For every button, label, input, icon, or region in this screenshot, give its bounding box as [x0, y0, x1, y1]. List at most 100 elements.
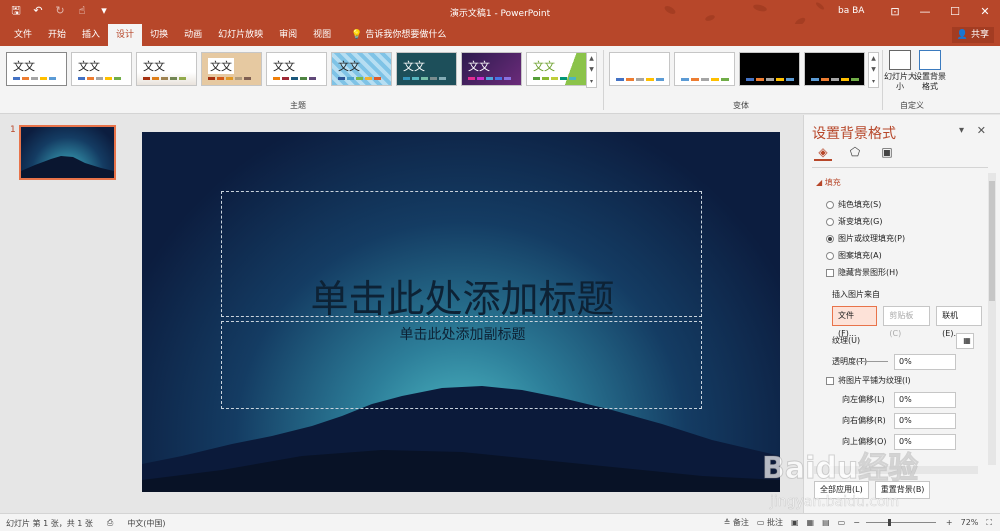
close-pane-icon[interactable]: ✕ [977, 124, 986, 137]
zoom-level[interactable]: 72% [961, 518, 979, 527]
normal-view-icon[interactable]: ▣ [791, 518, 799, 527]
slide-size-button[interactable]: 幻灯片大小 [884, 50, 916, 92]
zoom-out-icon[interactable]: − [853, 518, 860, 527]
radio-gradient-fill[interactable] [826, 217, 834, 226]
notes-button[interactable]: ≙ 备注 [724, 517, 749, 528]
variant-3[interactable] [739, 52, 800, 86]
slide-thumbnail[interactable] [19, 125, 116, 180]
slide-sorter-icon[interactable]: ▦ [807, 518, 815, 527]
language-indicator[interactable]: 中文(中国) [127, 518, 165, 529]
pane-horizontal-scrollbar[interactable] [814, 466, 978, 474]
radio-pattern-fill[interactable] [826, 251, 834, 260]
offset-right-row: 向右偏移(R) 0% [812, 410, 982, 431]
texture-picker-icon[interactable]: ▦ [956, 332, 974, 349]
fill-bucket-icon[interactable]: ◈ [814, 143, 832, 161]
fill-section-header[interactable]: ◢ 填充 [816, 177, 982, 188]
tab-animations[interactable]: 动画 [176, 24, 210, 46]
tab-view[interactable]: 视图 [305, 24, 339, 46]
ribbon-tabs: 文件 开始 插入 设计 切换 动画 幻灯片放映 审阅 视图 💡 告诉我你想要做什… [6, 24, 446, 46]
share-button[interactable]: 👤 共享 [951, 27, 994, 43]
tab-file[interactable]: 文件 [6, 24, 40, 46]
format-background-button[interactable]: 设置背景格式 [914, 50, 946, 92]
pane-scrollbar[interactable] [988, 173, 996, 465]
theme-office-2[interactable]: 文文 [71, 52, 132, 86]
tab-design[interactable]: 设计 [108, 24, 143, 46]
zoom-in-icon[interactable]: + [946, 518, 953, 527]
option-label: 图案填充(A) [838, 251, 882, 260]
theme-facet[interactable]: 文文 [136, 52, 197, 86]
comments-button[interactable]: ▭ 批注 [757, 517, 783, 528]
offset-top-row: 向上偏移(O) 0% [812, 431, 982, 452]
ribbon-tab-bar: 文件 开始 插入 设计 切换 动画 幻灯片放映 审阅 视图 💡 告诉我你想要做什… [0, 24, 1000, 46]
checkbox-tile-texture[interactable] [826, 376, 834, 385]
scroll-down-icon[interactable]: ▼ [869, 64, 878, 75]
scroll-up-icon[interactable]: ▲ [587, 53, 596, 64]
title-placeholder[interactable]: 单击此处添加标题 [221, 191, 702, 321]
theme-ion[interactable]: 文文 [266, 52, 327, 86]
zoom-slider-thumb[interactable] [888, 519, 891, 526]
tab-transitions[interactable]: 切换 [142, 24, 176, 46]
zoom-slider[interactable] [866, 519, 936, 526]
reading-view-icon[interactable]: ▤ [822, 518, 830, 527]
radio-solid-fill[interactable] [826, 200, 834, 209]
offset-top-field[interactable]: 0% [894, 433, 956, 450]
reset-background-button[interactable]: 重置背景(B) [874, 481, 931, 499]
texture-label: 纹理(U) [832, 336, 861, 345]
option-pattern-fill[interactable]: 图案填充(A) [812, 247, 982, 264]
offset-left-field[interactable]: 0% [894, 391, 956, 408]
offset-right-field[interactable]: 0% [894, 412, 956, 429]
variant-2[interactable] [674, 52, 735, 86]
canvas-scrollbar[interactable] [788, 115, 800, 513]
scrollbar-thumb[interactable] [989, 181, 995, 301]
maximize-icon[interactable]: ☐ [940, 0, 970, 24]
theme-sample-text: 文文 [273, 60, 295, 73]
pane-footer: 全部应用(L) 重置背景(B) [814, 481, 931, 499]
fill-section-label: 填充 [824, 178, 841, 187]
tab-slideshow[interactable]: 幻灯片放映 [210, 24, 271, 46]
more-icon[interactable]: ▾ [587, 76, 596, 87]
pane-options-icon[interactable]: ▾ [959, 125, 964, 136]
close-icon[interactable]: ✕ [970, 0, 1000, 24]
theme-office[interactable]: 文文 [6, 52, 67, 86]
theme-pattern[interactable]: 文文 [331, 52, 392, 86]
ribbon-display-icon[interactable]: ⊡ [880, 0, 910, 24]
scroll-down-icon[interactable]: ▼ [587, 64, 596, 75]
apply-all-button[interactable]: 全部应用(L) [814, 481, 869, 499]
themes-gallery-scroll: ▲ ▼ ▾ [586, 52, 597, 88]
theme-green[interactable]: 文文 [526, 52, 587, 86]
transparency-slider[interactable] [856, 361, 888, 362]
tab-home[interactable]: 开始 [40, 24, 74, 46]
checkbox-hide-background[interactable] [826, 268, 834, 277]
subtitle-placeholder[interactable]: 单击此处添加副标题 [221, 321, 702, 409]
variant-4[interactable] [804, 52, 865, 86]
title-bar: 🖫 ↶ ↻ ☝ ▾ 演示文稿1 - PowerPoint ba BA ⊡ — ☐… [0, 0, 1000, 27]
picture-icon[interactable]: ▣ [878, 143, 896, 161]
user-name[interactable]: ba BA [838, 6, 864, 16]
scroll-up-icon[interactable]: ▲ [869, 53, 878, 64]
pentagon-icon[interactable]: ⬠ [846, 143, 864, 161]
radio-picture-fill[interactable] [826, 234, 834, 243]
spellcheck-icon[interactable]: ⎙ [107, 518, 113, 529]
status-bar: 幻灯片 第 1 张，共 1 张 ⎙ 中文(中国) ≙ 备注 ▭ 批注 ▣ ▦ ▤… [0, 513, 1000, 531]
transparency-field[interactable]: 0% [894, 353, 956, 370]
option-hide-background[interactable]: 隐藏背景图形(H) [812, 264, 982, 281]
file-button[interactable]: 文件(F)... [832, 306, 878, 338]
tell-me-box[interactable]: 💡 告诉我你想要做什么 [339, 24, 446, 46]
clipboard-button[interactable]: 剪贴板(C) [883, 306, 931, 338]
slideshow-icon[interactable]: ▭ [838, 518, 846, 527]
online-button[interactable]: 联机(E)... [936, 306, 982, 338]
tab-insert[interactable]: 插入 [74, 24, 108, 46]
tab-review[interactable]: 审阅 [271, 24, 305, 46]
option-tile-texture[interactable]: 将图片平铺为纹理(I) [812, 372, 982, 389]
fit-slide-icon[interactable]: ⛶ [986, 518, 992, 528]
variant-1[interactable] [609, 52, 670, 86]
option-picture-fill[interactable]: 图片或纹理填充(P) [812, 230, 982, 247]
theme-purple[interactable]: 文文 [461, 52, 522, 86]
slide-canvas[interactable]: 单击此处添加标题 单击此处添加副标题 [142, 132, 780, 492]
option-gradient-fill[interactable]: 渐变填充(G) [812, 213, 982, 230]
theme-dark-teal[interactable]: 文文 [396, 52, 457, 86]
minimize-icon[interactable]: — [910, 0, 940, 24]
more-icon[interactable]: ▾ [869, 76, 878, 87]
theme-wood[interactable]: 文文 [201, 52, 262, 86]
option-solid-fill[interactable]: 纯色填充(S) [812, 196, 982, 213]
